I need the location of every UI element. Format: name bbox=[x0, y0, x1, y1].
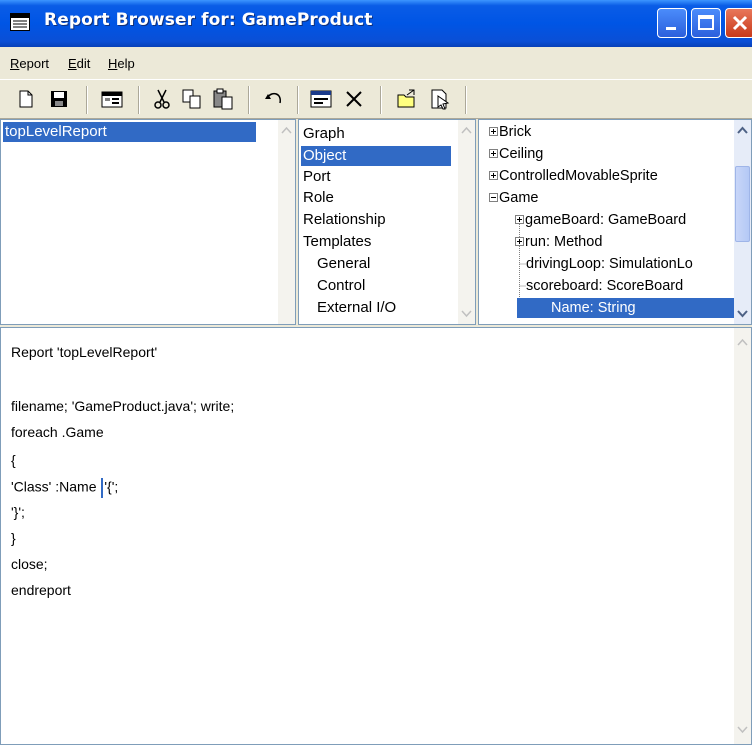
type-item-port[interactable]: Port bbox=[303, 167, 331, 187]
report-list-pane[interactable]: topLevelReport bbox=[0, 119, 296, 325]
expand-icon[interactable] bbox=[489, 148, 498, 158]
editor-line-5: { bbox=[11, 452, 16, 468]
title-bar[interactable]: Report Browser for: GameProduct bbox=[0, 0, 752, 47]
menu-help[interactable]: Help bbox=[108, 56, 135, 71]
expand-icon[interactable] bbox=[515, 236, 524, 246]
type-item-role[interactable]: Role bbox=[303, 188, 334, 208]
tree-item-drivingloop[interactable]: drivingLoop: SimulationLo bbox=[526, 254, 693, 274]
toolbar-separator bbox=[86, 86, 88, 114]
report-list-scrollbar[interactable] bbox=[278, 120, 295, 324]
type-list-scrollbar[interactable] bbox=[458, 120, 475, 324]
menu-bar: Report Edit Help bbox=[0, 47, 752, 79]
tree-item-controlledmovablesprite[interactable]: ControlledMovableSprite bbox=[489, 166, 658, 186]
type-item-templates[interactable]: Templates bbox=[303, 232, 371, 252]
tree-item-ceiling[interactable]: Ceiling bbox=[489, 144, 543, 164]
editor-line-4: foreach .Game bbox=[11, 424, 104, 440]
tree-item-gameboard[interactable]: gameBoard: GameBoard bbox=[515, 210, 686, 230]
toolbar bbox=[0, 79, 752, 119]
editor-line-7: '}'; bbox=[11, 504, 25, 520]
type-item-graph[interactable]: Graph bbox=[303, 124, 345, 144]
delete-icon[interactable] bbox=[342, 87, 366, 111]
tree-scrollbar[interactable] bbox=[734, 120, 751, 324]
scroll-up-icon[interactable] bbox=[736, 336, 749, 349]
scroll-down-icon[interactable] bbox=[460, 307, 473, 320]
object-tree-pane[interactable]: Brick Ceiling ControlledMovableSprite Ga… bbox=[478, 119, 752, 325]
tree-scroll-thumb[interactable] bbox=[735, 166, 750, 242]
type-item-object[interactable]: Object bbox=[301, 146, 451, 166]
editor-line-10: endreport bbox=[11, 582, 71, 598]
tree-item-game[interactable]: Game bbox=[489, 188, 539, 208]
menu-report[interactable]: Report bbox=[10, 56, 49, 71]
editor-line-6: 'Class' :Name '{'; bbox=[11, 478, 118, 498]
type-item-control[interactable]: Control bbox=[317, 276, 365, 296]
expand-icon[interactable] bbox=[515, 214, 524, 224]
minimize-icon bbox=[666, 27, 676, 30]
scroll-down-icon[interactable] bbox=[736, 307, 749, 320]
expand-icon[interactable] bbox=[489, 170, 498, 180]
type-list-pane[interactable]: Graph Object Port Role Relationship Temp… bbox=[298, 119, 476, 325]
scroll-up-icon[interactable] bbox=[280, 124, 293, 137]
window-icon[interactable] bbox=[309, 87, 333, 111]
editor-line-9: close; bbox=[11, 556, 48, 572]
type-item-general[interactable]: General bbox=[317, 254, 370, 274]
toolbar-separator bbox=[138, 86, 140, 114]
tree-item-scoreboard[interactable]: scoreboard: ScoreBoard bbox=[526, 276, 683, 296]
app-window-icon bbox=[10, 13, 30, 31]
report-run-icon[interactable] bbox=[428, 87, 452, 111]
toolbar-separator bbox=[465, 86, 467, 114]
scroll-up-icon[interactable] bbox=[736, 124, 749, 137]
window-title: Report Browser for: GameProduct bbox=[44, 10, 373, 30]
open-folder-icon[interactable] bbox=[395, 87, 419, 111]
collapse-icon[interactable] bbox=[489, 192, 498, 202]
report-list-item-selected[interactable]: topLevelReport bbox=[3, 122, 256, 142]
properties-icon[interactable] bbox=[100, 87, 124, 111]
report-editor[interactable]: Report 'topLevelReport' filename; 'GameP… bbox=[0, 327, 752, 745]
undo-icon[interactable] bbox=[262, 87, 286, 111]
toolbar-separator bbox=[248, 86, 250, 114]
scroll-up-icon[interactable] bbox=[460, 124, 473, 137]
editor-line-3: filename; 'GameProduct.java'; write; bbox=[11, 398, 235, 414]
type-item-external-io[interactable]: External I/O bbox=[317, 298, 396, 318]
maximize-icon bbox=[698, 15, 714, 30]
scroll-down-icon[interactable] bbox=[736, 723, 749, 736]
cut-icon[interactable] bbox=[150, 87, 174, 111]
menu-edit[interactable]: Edit bbox=[68, 56, 90, 71]
close-icon bbox=[732, 15, 748, 31]
toolbar-separator bbox=[297, 86, 299, 114]
tree-item-run[interactable]: run: Method bbox=[515, 232, 602, 252]
new-icon[interactable] bbox=[14, 87, 38, 111]
copy-icon[interactable] bbox=[180, 87, 204, 111]
editor-line-8: } bbox=[11, 530, 16, 546]
close-button[interactable] bbox=[725, 8, 752, 38]
tree-item-brick[interactable]: Brick bbox=[489, 122, 531, 142]
report-browser-window: Report Browser for: GameProduct Report E… bbox=[0, 0, 752, 745]
expand-icon[interactable] bbox=[489, 126, 498, 136]
tree-item-name-selected[interactable]: Name: String bbox=[517, 298, 735, 318]
type-item-relationship[interactable]: Relationship bbox=[303, 210, 386, 230]
paste-icon[interactable] bbox=[211, 87, 235, 111]
editor-line-1: Report 'topLevelReport' bbox=[11, 344, 158, 360]
minimize-button[interactable] bbox=[657, 8, 687, 38]
save-icon[interactable] bbox=[47, 87, 71, 111]
maximize-button[interactable] bbox=[691, 8, 721, 38]
toolbar-separator bbox=[380, 86, 382, 114]
editor-scrollbar[interactable] bbox=[734, 328, 751, 744]
